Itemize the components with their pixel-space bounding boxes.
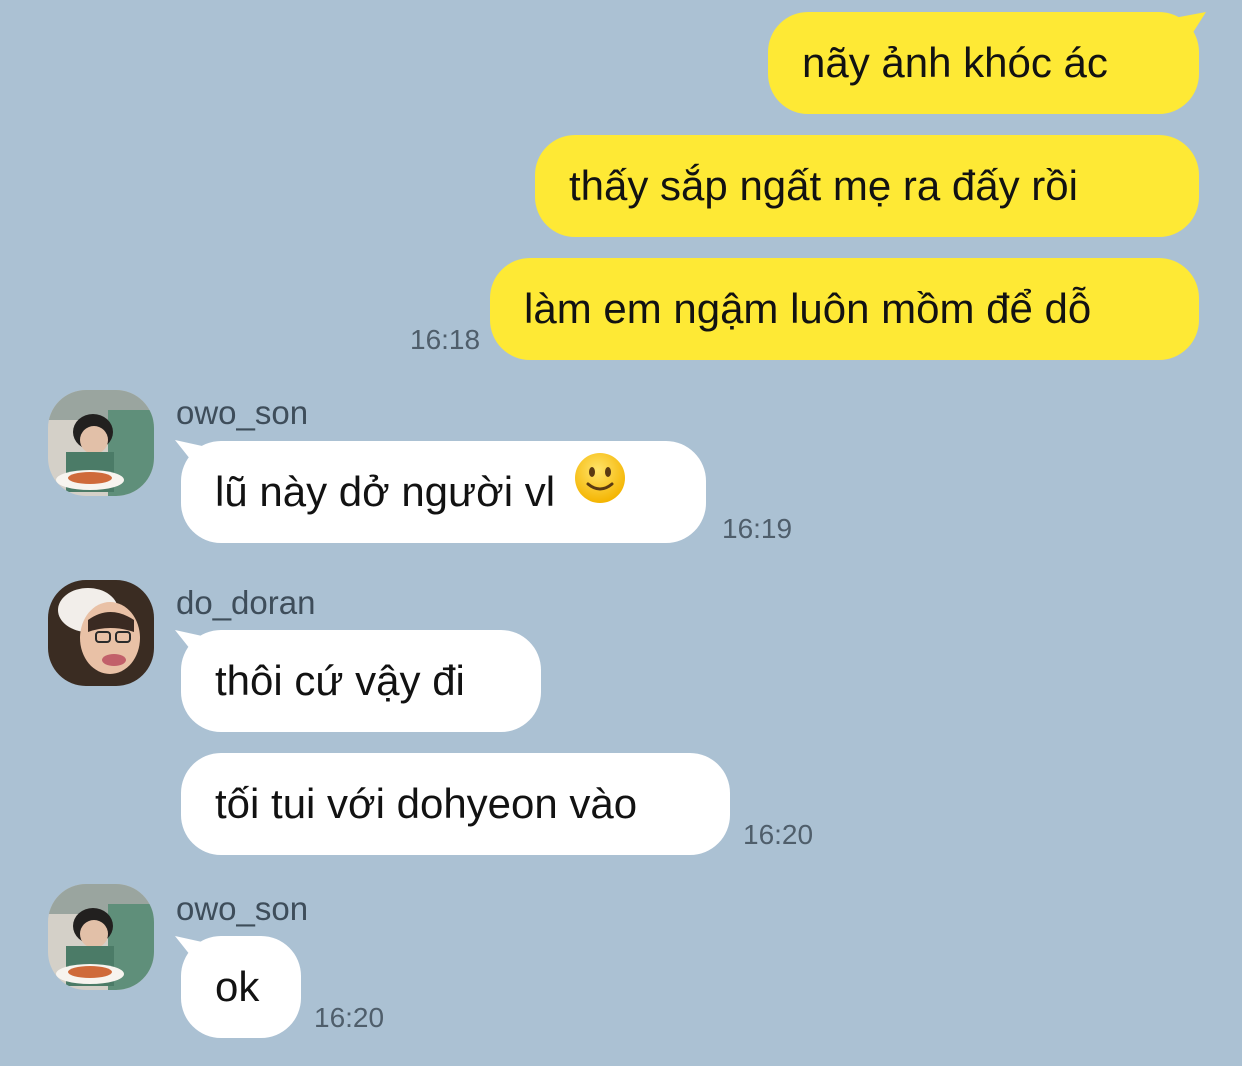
avatar[interactable] bbox=[48, 390, 154, 496]
message-text: nãy ảnh khóc ác bbox=[802, 39, 1108, 86]
message-timestamp: 16:18 bbox=[410, 324, 481, 355]
message-timestamp: 16:20 bbox=[743, 819, 814, 850]
incoming-message-bubble[interactable]: tối tui với dohyeon vào bbox=[181, 753, 730, 855]
message-timestamp: 16:20 bbox=[314, 1002, 385, 1033]
message-text: ok bbox=[215, 963, 260, 1010]
message-timestamp: 16:19 bbox=[722, 513, 793, 544]
sender-name: owo_son bbox=[176, 394, 309, 431]
avatar-photo bbox=[48, 390, 154, 496]
incoming-message-bubble[interactable]: lũ này dở người vl bbox=[181, 441, 706, 543]
outgoing-message-bubble[interactable]: thấy sắp ngất mẹ ra đấy rồi bbox=[535, 135, 1199, 237]
sender-name: do_doran bbox=[176, 584, 316, 621]
message-text: lũ này dở người vl bbox=[215, 468, 556, 515]
outgoing-message-bubble[interactable]: nãy ảnh khóc ác bbox=[768, 12, 1199, 114]
avatar[interactable] bbox=[48, 580, 154, 686]
outgoing-message-bubble[interactable]: làm em ngậm luôn mồm để dỗ bbox=[490, 258, 1199, 360]
slightly-smiling-face-icon bbox=[573, 440, 627, 542]
incoming-message-bubble[interactable]: thôi cứ vậy đi bbox=[181, 630, 541, 732]
message-text: thôi cứ vậy đi bbox=[215, 657, 465, 704]
avatar[interactable] bbox=[48, 884, 154, 990]
incoming-message-bubble[interactable]: ok bbox=[181, 936, 301, 1038]
message-text: thấy sắp ngất mẹ ra đấy rồi bbox=[569, 162, 1078, 209]
message-text: làm em ngậm luôn mồm để dỗ bbox=[524, 285, 1092, 332]
avatar-photo bbox=[48, 884, 154, 990]
message-text: tối tui với dohyeon vào bbox=[215, 780, 638, 827]
avatar-photo bbox=[48, 580, 154, 686]
sender-name: owo_son bbox=[176, 890, 309, 927]
